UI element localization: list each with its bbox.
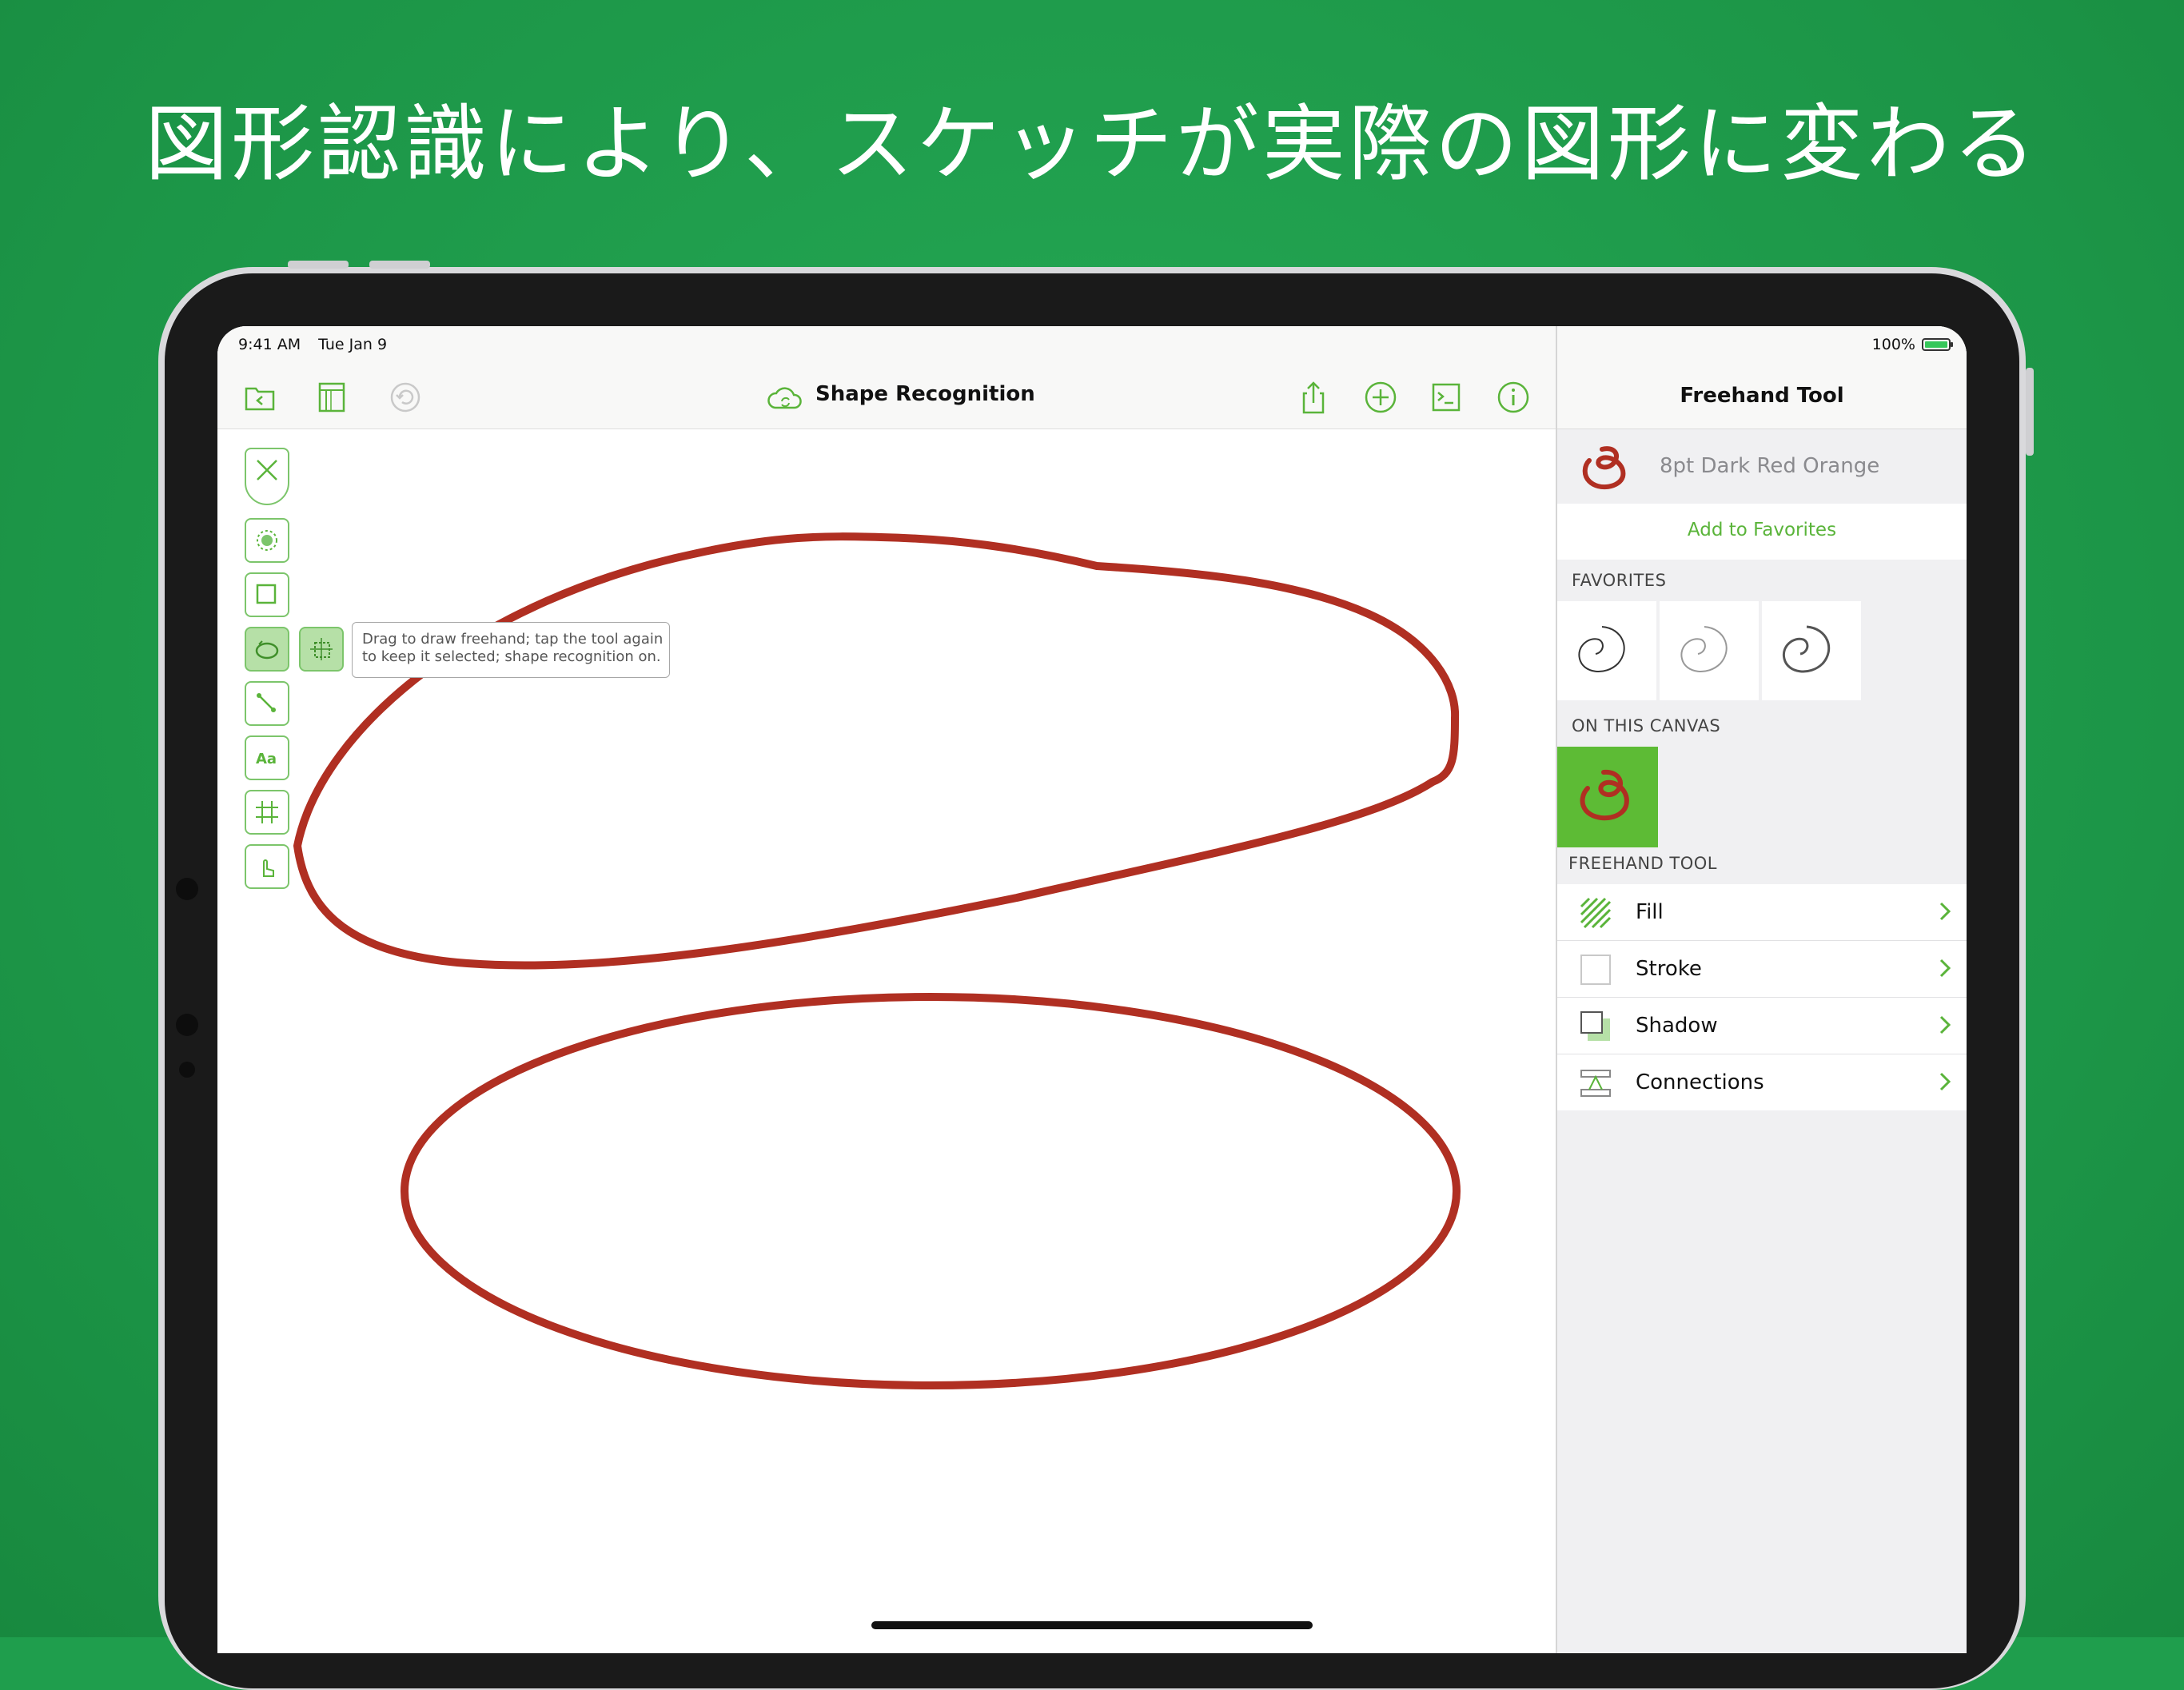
current-style-name: 8pt Dark Red Orange [1660, 454, 1880, 478]
camera-dot [176, 878, 198, 900]
tool-selection-button[interactable] [245, 448, 289, 505]
recognized-ellipse-shape[interactable] [401, 993, 1461, 1389]
connections-icon [1580, 1070, 1611, 1097]
canvas[interactable] [217, 326, 1556, 1653]
tool-browse-button[interactable] [245, 844, 289, 889]
freehand-style-icon [1782, 625, 1831, 673]
tool-shape-button[interactable] [245, 572, 289, 617]
text-icon: Aa [256, 751, 277, 767]
inspector-item-label: Connections [1636, 1070, 1764, 1094]
inspector-title: Freehand Tool [1680, 384, 1844, 408]
freehand-style-icon [1680, 626, 1728, 673]
shadow-icon [1580, 1011, 1610, 1041]
on-this-canvas-label: ON THIS CANVAS [1572, 716, 1721, 735]
inspector-list: Fill Stroke Shadow Connections [1557, 884, 1967, 1110]
chevron-right-icon [1939, 1015, 1951, 1034]
freehand-style-icon [1578, 626, 1625, 673]
sun-icon [257, 530, 277, 551]
battery-percent: 100% [1871, 336, 1915, 353]
svg-text:Aa: Aa [256, 751, 277, 767]
add-to-favorites-button[interactable]: Add to Favorites [1557, 520, 1967, 540]
hand-pointer-icon [263, 859, 274, 877]
rectangle-icon [256, 584, 277, 604]
inspector-item-stroke[interactable]: Stroke [1557, 941, 1967, 998]
line-icon [257, 693, 276, 712]
tooltip-line-2: to keep it selected; shape recognition o… [362, 648, 661, 665]
inspector-item-connections[interactable]: Connections [1557, 1054, 1967, 1110]
tool-diagram-button[interactable] [245, 790, 289, 835]
document-area: 9:41 AM Tue Jan 9 Shape Recognition Aa D… [217, 326, 1556, 1653]
battery-icon [1922, 338, 1953, 351]
tool-freehand-button[interactable] [245, 627, 289, 672]
favorites-label: FAVORITES [1572, 571, 1667, 590]
canvas-style-swatch[interactable] [1557, 747, 1658, 847]
camera-dot [179, 1062, 195, 1078]
inspector-header: Freehand Tool [1557, 366, 1967, 429]
tool-line-button[interactable] [245, 681, 289, 726]
chevron-right-icon [1939, 959, 1951, 978]
tool-style-button[interactable] [245, 518, 289, 563]
fill-icon [1580, 897, 1612, 929]
chevron-right-icon [1939, 1072, 1951, 1091]
inspector-panel: 100% Freehand Tool 8pt Dark Red Orange A… [1557, 326, 1967, 1653]
add-favorites-row[interactable]: Add to Favorites [1557, 504, 1967, 560]
power-button [2026, 368, 2034, 456]
favorite-swatch[interactable] [1660, 601, 1759, 700]
shape-recognition-icon [310, 638, 333, 660]
inspector-item-label: Shadow [1636, 1014, 1718, 1038]
stroke-icon [1580, 955, 1611, 985]
freehand-sketch-shape[interactable] [293, 532, 1460, 970]
inspector-item-fill[interactable]: Fill [1557, 884, 1967, 941]
shape-recognition-button[interactable] [299, 627, 344, 672]
screen: 9:41 AM Tue Jan 9 Shape Recognition Aa D… [217, 326, 1967, 1653]
chevron-right-icon [1939, 902, 1951, 921]
current-style-row[interactable]: 8pt Dark Red Orange [1557, 430, 1967, 504]
home-indicator[interactable] [871, 1621, 1313, 1629]
freehand-tool-label: FREEHAND TOOL [1568, 854, 1718, 873]
camera-dot [176, 1014, 198, 1036]
inspector-item-label: Stroke [1636, 957, 1702, 981]
tool-text-button[interactable]: Aa [245, 735, 289, 780]
tooltip-line-1: Drag to draw freehand; tap the tool agai… [362, 631, 664, 648]
grid-icon [256, 801, 278, 823]
status-right: 100% [1871, 336, 1953, 353]
favorite-swatch[interactable] [1762, 601, 1861, 700]
volume-button [288, 261, 349, 269]
pencil-cross-icon [257, 460, 277, 480]
inspector-item-shadow[interactable]: Shadow [1557, 998, 1967, 1054]
tool-tooltip: Drag to draw freehand; tap the tool agai… [352, 622, 670, 678]
favorite-swatch[interactable] [1557, 601, 1656, 700]
inspector-item-label: Fill [1636, 900, 1664, 924]
freehand-loop-icon [255, 640, 279, 660]
freehand-style-icon [1580, 769, 1629, 821]
stroke-preview-icon [1582, 446, 1626, 490]
volume-button [369, 261, 430, 269]
headline: 図形認識により、スケッチが実際の図形に変わる [145, 95, 2039, 193]
